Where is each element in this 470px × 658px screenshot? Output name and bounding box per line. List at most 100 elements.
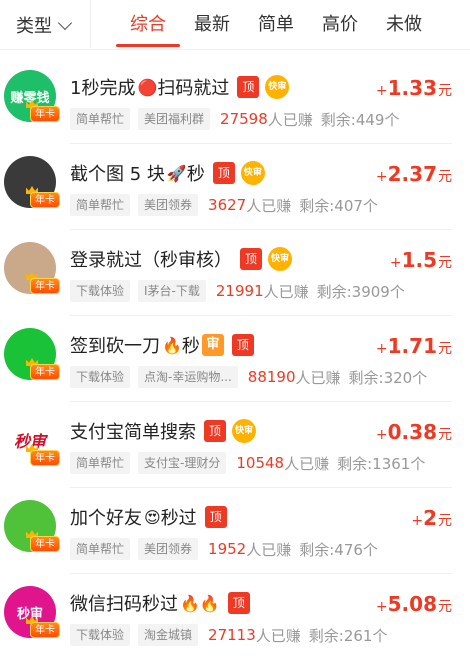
task-reward: +1.71 元	[376, 334, 452, 360]
tab-simple[interactable]: 简单	[258, 12, 294, 38]
reward-unit: 元	[438, 83, 452, 99]
task-title: 加个好友	[70, 508, 142, 529]
earned-suffix: 人已赚	[295, 368, 341, 387]
reward-unit: 元	[438, 341, 452, 357]
task-tag: I茅台-下载	[138, 280, 206, 302]
task-title-tail: 秒	[186, 164, 205, 185]
earned-count: 3627	[208, 196, 247, 214]
annual-card-badge: 年卡	[30, 192, 60, 208]
title-emoji: 🔥🔥	[180, 593, 220, 613]
reward-unit: 元	[438, 169, 452, 185]
remaining-count: 剩余:449个	[320, 110, 400, 129]
task-tag: 下载体验	[70, 624, 131, 646]
task-row[interactable]: 年卡 加个好友 😍 秒过顶简单帮忙 美团领券 1952 人已赚 剩余:476个 +2 元	[0, 488, 470, 574]
reward-amount: 0.38	[387, 420, 437, 444]
task-tag: 下载体验	[70, 366, 131, 388]
task-tag: 点淘-幸运购物...	[138, 366, 238, 388]
earned-suffix: 人已赚	[255, 626, 301, 645]
task-reward: +1.5 元	[390, 248, 452, 274]
tab-comprehensive[interactable]: 综合	[130, 12, 166, 38]
task-tag: 美团福利群	[138, 108, 211, 130]
task-title-line: 加个好友 😍 秒过顶	[70, 504, 227, 530]
task-title-line: 签到砍一刀 🔥 秒审顶	[70, 332, 254, 358]
reward-unit: 元	[438, 427, 452, 443]
task-meta-line: 简单帮忙 美团领券 1952 人已赚 剩余:476个	[70, 538, 378, 560]
reward-amount: 1.33	[387, 76, 437, 100]
task-tag: 下载体验	[70, 280, 131, 302]
task-tag: 淘金城镇	[138, 624, 199, 646]
task-reward: +0.38 元	[376, 420, 452, 446]
reward-unit: 元	[438, 255, 452, 271]
divider	[90, 0, 91, 48]
task-avatar: 秒审 年卡	[4, 414, 60, 466]
task-title: 签到砍一刀	[70, 336, 160, 357]
remaining-count: 剩余:407个	[299, 196, 378, 215]
task-reward: +1.33 元	[376, 76, 452, 102]
task-title-tail: 扫码就过	[157, 78, 230, 99]
reward-amount: 2.37	[387, 162, 437, 186]
title-emoji: 🚀	[166, 163, 187, 183]
task-avatar: 年卡	[4, 242, 60, 294]
task-row[interactable]: 年卡 签到砍一刀 🔥 秒审顶下载体验 点淘-幸运购物... 88190 人已赚 剩余:320个…	[0, 316, 470, 402]
task-row[interactable]: 秒审 年卡 微信扫码秒过 🔥🔥 顶下载体验 淘金城镇 27113 人已赚 剩余:261个 +5.0…	[0, 574, 470, 658]
pinned-top-badge: 顶	[231, 334, 254, 356]
reward-amount: 2	[423, 506, 437, 530]
task-title: 截个图 5 块	[70, 164, 165, 185]
task-tag: 美团领券	[138, 194, 199, 216]
earned-count: 27113	[208, 626, 256, 644]
task-avatar: 赚零钱 年卡	[4, 70, 60, 122]
fast-review-badge: 快审	[265, 75, 290, 99]
task-reward: +2 元	[411, 506, 452, 532]
task-title: 支付宝简单搜索	[70, 422, 196, 443]
task-meta-line: 下载体验 淘金城镇 27113 人已赚 剩余:261个	[70, 624, 387, 646]
reward-plus: +	[375, 83, 388, 99]
reward-plus: +	[375, 599, 388, 615]
task-title-line: 微信扫码秒过 🔥🔥 顶	[70, 590, 250, 616]
reward-unit: 元	[438, 599, 452, 615]
review-badge: 审	[201, 334, 224, 356]
top-tab-bar: 类型 综合 最新 简单 高价 未做	[0, 0, 470, 50]
pinned-top-badge: 顶	[240, 248, 262, 270]
task-row[interactable]: 年卡 登录就过（秒审核） 顶快审 下载体验 I茅台-下载 21991 人已赚 剩余:3909个…	[0, 230, 470, 316]
remaining-count: 剩余:3909个	[316, 282, 405, 301]
task-row[interactable]: 秒审 年卡 支付宝简单搜索顶快审 简单帮忙 支付宝-理财分 10548 人已赚 剩余:1361…	[0, 402, 470, 488]
pinned-top-badge: 顶	[227, 592, 250, 614]
avatar-text: 赚零钱	[10, 90, 50, 106]
task-reward: +2.37 元	[376, 162, 452, 188]
task-title-line: 截个图 5 块 🚀 秒顶快审	[70, 160, 265, 186]
reward-amount: 1.5	[401, 248, 437, 272]
task-tag: 简单帮忙	[70, 194, 131, 216]
reward-plus: +	[389, 255, 402, 271]
task-title: 1秒完成	[70, 78, 136, 99]
reward-plus: +	[375, 341, 388, 357]
annual-card-badge: 年卡	[30, 106, 60, 122]
pinned-top-badge: 顶	[212, 162, 235, 184]
task-meta-line: 下载体验 I茅台-下载 21991 人已赚 剩余:3909个	[70, 280, 405, 302]
pinned-top-badge: 顶	[204, 420, 226, 442]
task-title-line: 登录就过（秒审核） 顶快审	[70, 246, 292, 272]
earned-suffix: 人已赚	[263, 282, 309, 301]
type-filter-label: 类型	[16, 16, 52, 37]
chevron-down-icon	[57, 15, 73, 30]
fast-review-badge: 快审	[268, 247, 292, 271]
tab-not-done[interactable]: 未做	[386, 12, 422, 38]
task-tag: 美团领券	[138, 538, 199, 560]
task-row[interactable]: 年卡 截个图 5 块 🚀 秒顶快审 简单帮忙 美团领券 3627 人已赚 剩余:407个 +2.3…	[0, 144, 470, 230]
task-row[interactable]: 赚零钱 年卡 1秒完成 🔴 扫码就过顶快审 简单帮忙 美团福利群 27598 人已赚 剩余:449…	[0, 58, 470, 144]
reward-plus: +	[375, 427, 388, 443]
task-avatar: 年卡	[4, 156, 60, 208]
remaining-count: 剩余:476个	[299, 540, 378, 559]
task-title-line: 支付宝简单搜索顶快审	[70, 418, 256, 444]
task-title: 微信扫码秒过	[70, 594, 178, 615]
task-meta-line: 下载体验 点淘-幸运购物... 88190 人已赚 剩余:320个	[70, 366, 427, 388]
reward-plus: +	[375, 169, 388, 185]
task-title-tail: 秒过	[160, 508, 197, 529]
tab-latest[interactable]: 最新	[194, 12, 230, 38]
earned-count: 1952	[208, 540, 247, 558]
type-filter-dropdown[interactable]: 类型	[16, 12, 73, 38]
earned-suffix: 人已赚	[267, 110, 313, 129]
earned-count: 10548	[236, 454, 285, 472]
earned-count: 27598	[220, 110, 268, 128]
tab-high-price[interactable]: 高价	[322, 12, 358, 38]
task-meta-line: 简单帮忙 美团福利群 27598 人已赚 剩余:449个	[70, 108, 399, 130]
